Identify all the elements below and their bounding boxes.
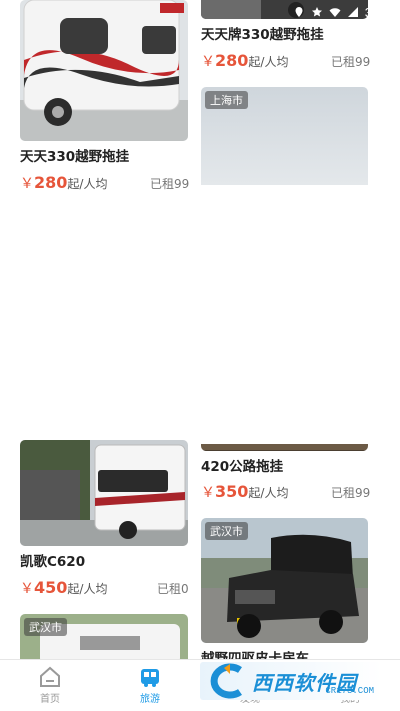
currency-symbol: ￥ bbox=[20, 581, 34, 597]
star-icon bbox=[311, 7, 322, 17]
listing-price: ￥350起/人均 bbox=[201, 482, 288, 502]
listing-title[interactable]: 420公路拖挂 bbox=[201, 455, 283, 475]
tab-travel[interactable]: 旅游 bbox=[100, 660, 200, 711]
rented-count: 已租0 bbox=[157, 582, 189, 596]
tab-label: 首页 bbox=[40, 694, 60, 705]
signal-icon bbox=[347, 7, 358, 17]
rented-count: 已租99 bbox=[150, 177, 190, 191]
home-icon bbox=[40, 666, 60, 687]
price-unit: 起/人均 bbox=[248, 486, 289, 500]
currency-symbol: ￥ bbox=[201, 54, 215, 70]
watermark-c-icon bbox=[200, 662, 252, 700]
watermark-site: CR173.COM bbox=[325, 686, 374, 696]
price-unit: 起/人均 bbox=[248, 55, 289, 69]
rented-count: 已租99 bbox=[331, 55, 371, 69]
price-unit: 起/人均 bbox=[67, 177, 108, 191]
city-badge: 上海市 bbox=[205, 91, 248, 109]
price-value: 450 bbox=[34, 578, 68, 597]
listing-price: ￥280起/人均 bbox=[20, 173, 107, 193]
rv-photo[interactable]: 上海市 bbox=[201, 87, 368, 185]
city-badge: 武汉市 bbox=[24, 618, 67, 636]
price-value: 350 bbox=[215, 482, 249, 501]
currency-symbol: ￥ bbox=[201, 485, 215, 501]
currency-symbol: ￥ bbox=[20, 176, 34, 192]
tab-label: 旅游 bbox=[140, 694, 160, 705]
listing-price: ￥280起/人均 bbox=[201, 51, 288, 71]
rv-photo[interactable] bbox=[20, 0, 188, 141]
price-value: 280 bbox=[34, 173, 68, 192]
price-value: 280 bbox=[215, 51, 249, 70]
rented-count: 已租99 bbox=[331, 486, 371, 500]
rv-photo[interactable]: 武汉市 bbox=[201, 518, 368, 643]
rv-photo[interactable] bbox=[201, 440, 368, 451]
listing-price: ￥450起/人均 bbox=[20, 578, 107, 598]
location-icon bbox=[295, 7, 303, 17]
status-bar: 3:15 bbox=[280, 0, 400, 24]
status-time: 3:15 bbox=[364, 4, 390, 20]
wifi-icon bbox=[329, 8, 341, 17]
city-badge: 武汉市 bbox=[205, 522, 248, 540]
watermark-logo: 西西软件园 CR173.COM bbox=[200, 662, 382, 700]
rv-icon bbox=[141, 669, 159, 687]
price-unit: 起/人均 bbox=[67, 582, 108, 596]
listing-title[interactable]: 天天牌330越野拖挂 bbox=[201, 23, 324, 43]
rv-photo[interactable] bbox=[20, 440, 188, 546]
listing-title[interactable]: 天天330越野拖挂 bbox=[20, 145, 129, 165]
listing-title[interactable]: 凯歌C620 bbox=[20, 550, 85, 570]
rv-photo[interactable]: 武汉市 bbox=[20, 614, 188, 664]
tab-home[interactable]: 首页 bbox=[0, 660, 100, 711]
